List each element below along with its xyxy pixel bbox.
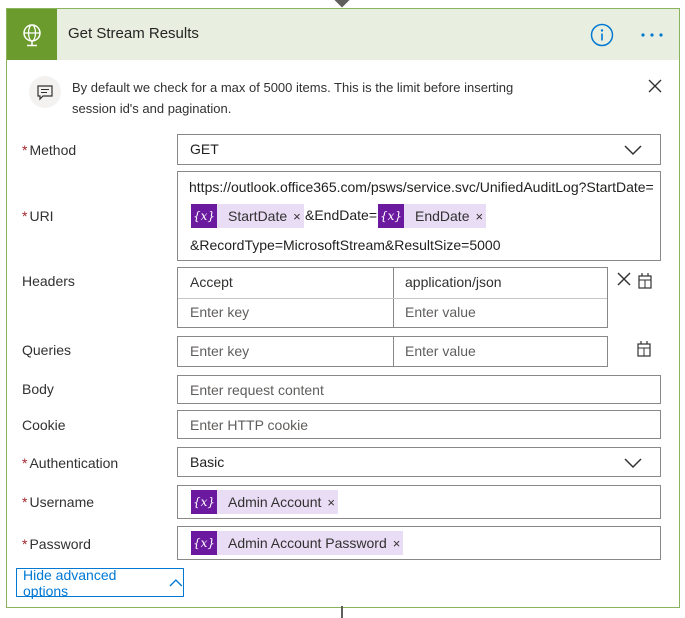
end-date-token[interactable]: {x} EndDate × (378, 204, 487, 228)
variable-icon: {x} (191, 490, 217, 514)
headers-label: Headers (22, 273, 75, 289)
switch-mode-icon[interactable] (635, 340, 653, 358)
admin-account-token[interactable]: {x} Admin Account × (191, 490, 338, 514)
query-value-input[interactable]: Enter value (405, 343, 476, 373)
method-select[interactable]: GET (177, 134, 661, 165)
queries-label: Queries (22, 342, 72, 358)
card-title[interactable]: Get Stream Results (68, 25, 199, 42)
cookie-label: Cookie (22, 417, 66, 433)
headers-table: Accept application/json Enter key Enter … (177, 267, 608, 328)
header-value-input[interactable]: Enter value (405, 304, 476, 334)
uri-suffix-text: &RecordType=MicrosoftStream&ResultSize=5… (190, 237, 501, 253)
delete-row-x-icon[interactable] (616, 271, 632, 287)
header-value-cell[interactable]: application/json (405, 274, 502, 304)
info-notice: By default we check for a max of 5000 it… (29, 74, 669, 126)
query-key-input[interactable]: Enter key (190, 343, 249, 373)
password-label: * Password (22, 536, 91, 552)
flow-connector-arrow (333, 0, 351, 8)
remove-token-icon[interactable]: × (475, 209, 486, 224)
switch-mode-icon[interactable] (636, 272, 654, 290)
more-options-icon[interactable] (637, 23, 667, 47)
admin-account-password-token[interactable]: {x} Admin Account Password × (191, 531, 404, 555)
row-divider (178, 298, 607, 299)
uri-field[interactable]: https://outlook.office365.com/psws/servi… (177, 171, 661, 261)
close-icon[interactable] (647, 78, 667, 98)
http-globe-icon (7, 9, 57, 60)
flow-connector-line (341, 606, 343, 618)
username-label: * Username (22, 494, 95, 510)
variable-icon: {x} (378, 204, 404, 228)
queries-table: Enter key Enter value (177, 336, 608, 367)
start-date-token[interactable]: {x} StartDate × (191, 204, 304, 228)
remove-token-icon[interactable]: × (393, 536, 404, 551)
variable-icon: {x} (191, 531, 217, 555)
remove-token-icon[interactable]: × (293, 209, 304, 224)
chevron-down-icon (624, 145, 642, 156)
authentication-label: * Authentication (22, 455, 119, 471)
column-divider (393, 337, 394, 366)
advanced-label: Hide advanced options (23, 566, 117, 599)
uri-prefix-text: https://outlook.office365.com/psws/servi… (189, 179, 654, 195)
hide-advanced-options-button[interactable]: Hide advanced options (16, 566, 184, 599)
info-icon[interactable] (590, 23, 614, 47)
cookie-placeholder: Enter HTTP cookie (190, 417, 309, 433)
cookie-input[interactable]: Enter HTTP cookie (177, 410, 661, 439)
authentication-select[interactable]: Basic (177, 447, 661, 477)
uri-label: * URI (22, 208, 54, 224)
header-row-actions (616, 271, 656, 291)
comment-icon (29, 76, 61, 108)
chevron-up-icon (169, 578, 183, 586)
uri-middle-text: &EndDate= (305, 207, 377, 223)
body-label: Body (22, 381, 54, 397)
variable-icon: {x} (191, 204, 217, 228)
header-key-input[interactable]: Enter key (190, 304, 249, 334)
password-field[interactable]: {x} Admin Account Password × (177, 526, 661, 560)
header-key-cell[interactable]: Accept (190, 274, 233, 304)
action-card: Get Stream Results By default we check f… (6, 8, 680, 608)
body-placeholder: Enter request content (190, 382, 324, 398)
username-field[interactable]: {x} Admin Account × (177, 485, 661, 519)
body-input[interactable]: Enter request content (177, 375, 661, 404)
method-value: GET (190, 141, 219, 157)
card-header[interactable]: Get Stream Results (7, 9, 679, 60)
remove-token-icon[interactable]: × (327, 495, 338, 510)
method-label: * Method (22, 142, 77, 158)
chevron-down-icon (624, 458, 642, 469)
notice-text: By default we check for a max of 5000 it… (72, 80, 514, 116)
authentication-value: Basic (190, 454, 225, 470)
